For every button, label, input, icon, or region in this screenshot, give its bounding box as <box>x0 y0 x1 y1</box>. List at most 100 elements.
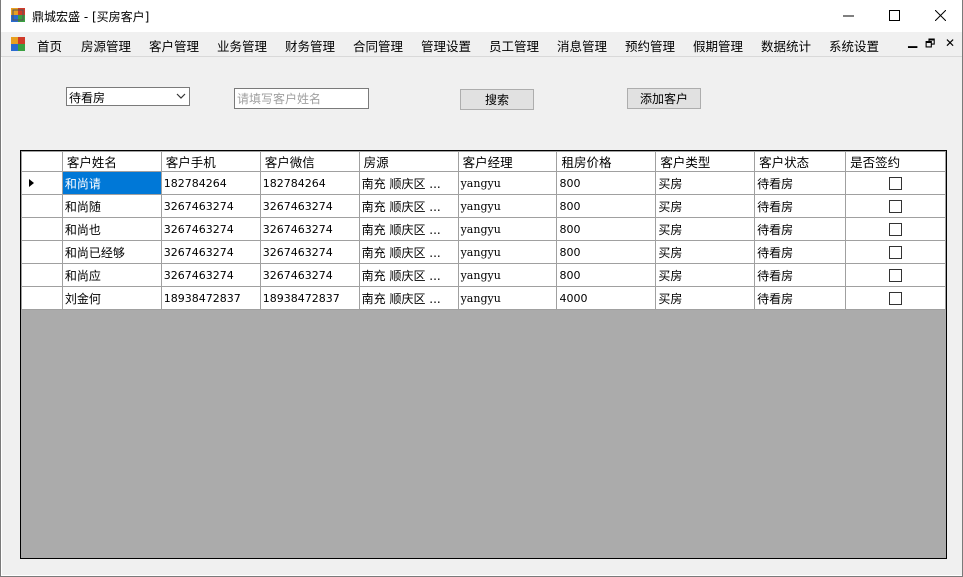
column-header[interactable]: 客户状态 <box>754 151 847 172</box>
column-header[interactable]: 房源 <box>358 151 459 172</box>
cell-wechat[interactable]: 18938472837 <box>259 286 360 310</box>
cell-house[interactable]: 南充 顺庆区 ... <box>358 217 459 241</box>
signed-checkbox[interactable] <box>889 292 903 305</box>
menu-customer[interactable]: 客户管理 <box>149 36 199 55</box>
cell-phone[interactable]: 3267463274 <box>160 263 261 287</box>
menu-business[interactable]: 业务管理 <box>217 36 267 55</box>
column-header[interactable]: 客户经理 <box>457 151 558 172</box>
customer-name-input[interactable] <box>237 90 365 107</box>
status-combobox[interactable]: 待看房 <box>66 87 190 106</box>
menu-statistics[interactable]: 数据统计 <box>761 36 811 55</box>
cell-signed[interactable] <box>845 171 946 195</box>
row-header[interactable] <box>21 286 63 310</box>
signed-checkbox[interactable] <box>889 223 903 236</box>
cell-type[interactable]: 买房 <box>655 194 756 218</box>
menu-admin-settings[interactable]: 管理设置 <box>421 36 471 55</box>
add-customer-button[interactable]: 添加客户 <box>627 88 701 109</box>
cell-name[interactable]: 和尚已经够 <box>61 240 162 264</box>
cell-type[interactable]: 买房 <box>655 171 756 195</box>
cell-phone[interactable]: 3267463274 <box>160 240 261 264</box>
column-header[interactable]: 客户姓名 <box>61 151 162 172</box>
mdi-child-icon[interactable] <box>11 37 25 51</box>
cell-signed[interactable] <box>845 217 946 241</box>
close-button[interactable] <box>917 0 963 31</box>
cell-price[interactable]: 4000 <box>556 286 657 310</box>
cell-status[interactable]: 待看房 <box>754 171 847 195</box>
maximize-button[interactable] <box>871 0 917 31</box>
cell-wechat[interactable]: 3267463274 <box>259 194 360 218</box>
cell-house[interactable]: 南充 顺庆区 ... <box>358 194 459 218</box>
menu-staff[interactable]: 员工管理 <box>489 36 539 55</box>
cell-name[interactable]: 和尚请 <box>61 171 162 195</box>
cell-wechat[interactable]: 3267463274 <box>259 263 360 287</box>
column-header[interactable]: 客户类型 <box>655 151 756 172</box>
table-row[interactable]: 和尚也 3267463274 3267463274 南充 顺庆区 ... yan… <box>21 217 946 241</box>
customer-grid[interactable]: 客户姓名 客户手机 客户微信 房源 客户经理 租房价格 客户类型 客户状态 是否… <box>20 150 947 559</box>
cell-status[interactable]: 待看房 <box>754 263 847 287</box>
cell-name[interactable]: 和尚应 <box>61 263 162 287</box>
cell-status[interactable]: 待看房 <box>754 217 847 241</box>
menu-home[interactable]: 首页 <box>37 36 62 55</box>
table-row[interactable]: 刘金何 18938472837 18938472837 南充 顺庆区 ... y… <box>21 286 946 310</box>
table-row[interactable]: 和尚应 3267463274 3267463274 南充 顺庆区 ... yan… <box>21 263 946 287</box>
cell-manager[interactable]: yangyu <box>457 286 558 310</box>
cell-manager[interactable]: yangyu <box>457 240 558 264</box>
cell-wechat[interactable]: 3267463274 <box>259 217 360 241</box>
menu-property[interactable]: 房源管理 <box>81 36 131 55</box>
cell-name[interactable]: 和尚随 <box>61 194 162 218</box>
cell-price[interactable]: 800 <box>556 217 657 241</box>
cell-house[interactable]: 南充 顺庆区 ... <box>358 263 459 287</box>
cell-house[interactable]: 南充 顺庆区 ... <box>358 240 459 264</box>
mdi-minimize-icon[interactable]: ▁ <box>908 34 917 48</box>
signed-checkbox[interactable] <box>889 200 903 213</box>
cell-phone[interactable]: 182784264 <box>160 171 261 195</box>
column-header[interactable]: 租房价格 <box>556 151 657 172</box>
cell-name[interactable]: 刘金何 <box>61 286 162 310</box>
row-header[interactable] <box>21 240 63 264</box>
customer-name-field[interactable] <box>234 88 369 109</box>
cell-type[interactable]: 买房 <box>655 263 756 287</box>
cell-signed[interactable] <box>845 240 946 264</box>
table-row[interactable]: 和尚随 3267463274 3267463274 南充 顺庆区 ... yan… <box>21 194 946 218</box>
cell-phone[interactable]: 18938472837 <box>160 286 261 310</box>
menu-appointments[interactable]: 预约管理 <box>625 36 675 55</box>
cell-type[interactable]: 买房 <box>655 217 756 241</box>
cell-manager[interactable]: yangyu <box>457 194 558 218</box>
signed-checkbox[interactable] <box>889 269 903 282</box>
cell-name[interactable]: 和尚也 <box>61 217 162 241</box>
mdi-restore-icon[interactable]: 🗗 <box>925 35 935 54</box>
cell-signed[interactable] <box>845 263 946 287</box>
cell-phone[interactable]: 3267463274 <box>160 217 261 241</box>
cell-manager[interactable]: yangyu <box>457 171 558 195</box>
cell-wechat[interactable]: 182784264 <box>259 171 360 195</box>
column-header[interactable]: 客户手机 <box>160 151 261 172</box>
cell-type[interactable]: 买房 <box>655 240 756 264</box>
row-header[interactable] <box>21 217 63 241</box>
grid-corner-header[interactable] <box>21 151 63 172</box>
menu-contract[interactable]: 合同管理 <box>353 36 403 55</box>
cell-wechat[interactable]: 3267463274 <box>259 240 360 264</box>
minimize-button[interactable] <box>825 0 871 31</box>
cell-signed[interactable] <box>845 194 946 218</box>
row-header[interactable] <box>21 171 63 195</box>
cell-manager[interactable]: yangyu <box>457 217 558 241</box>
signed-checkbox[interactable] <box>889 177 903 190</box>
cell-manager[interactable]: yangyu <box>457 263 558 287</box>
cell-house[interactable]: 南充 顺庆区 ... <box>358 286 459 310</box>
cell-price[interactable]: 800 <box>556 263 657 287</box>
row-header[interactable] <box>21 263 63 287</box>
search-button[interactable]: 搜索 <box>460 89 534 110</box>
column-header[interactable]: 是否签约 <box>845 151 946 172</box>
row-header[interactable] <box>21 194 63 218</box>
table-row[interactable]: 和尚请 182784264 182784264 南充 顺庆区 ... yangy… <box>21 171 946 195</box>
cell-phone[interactable]: 3267463274 <box>160 194 261 218</box>
cell-price[interactable]: 800 <box>556 240 657 264</box>
menu-holidays[interactable]: 假期管理 <box>693 36 743 55</box>
cell-status[interactable]: 待看房 <box>754 194 847 218</box>
cell-type[interactable]: 买房 <box>655 286 756 310</box>
cell-status[interactable]: 待看房 <box>754 240 847 264</box>
mdi-close-icon[interactable]: ✕ <box>945 36 955 50</box>
cell-signed[interactable] <box>845 286 946 310</box>
cell-house[interactable]: 南充 顺庆区 ... <box>358 171 459 195</box>
title-bar[interactable]: 鼎城宏盛 - [买房客户] <box>1 0 962 31</box>
